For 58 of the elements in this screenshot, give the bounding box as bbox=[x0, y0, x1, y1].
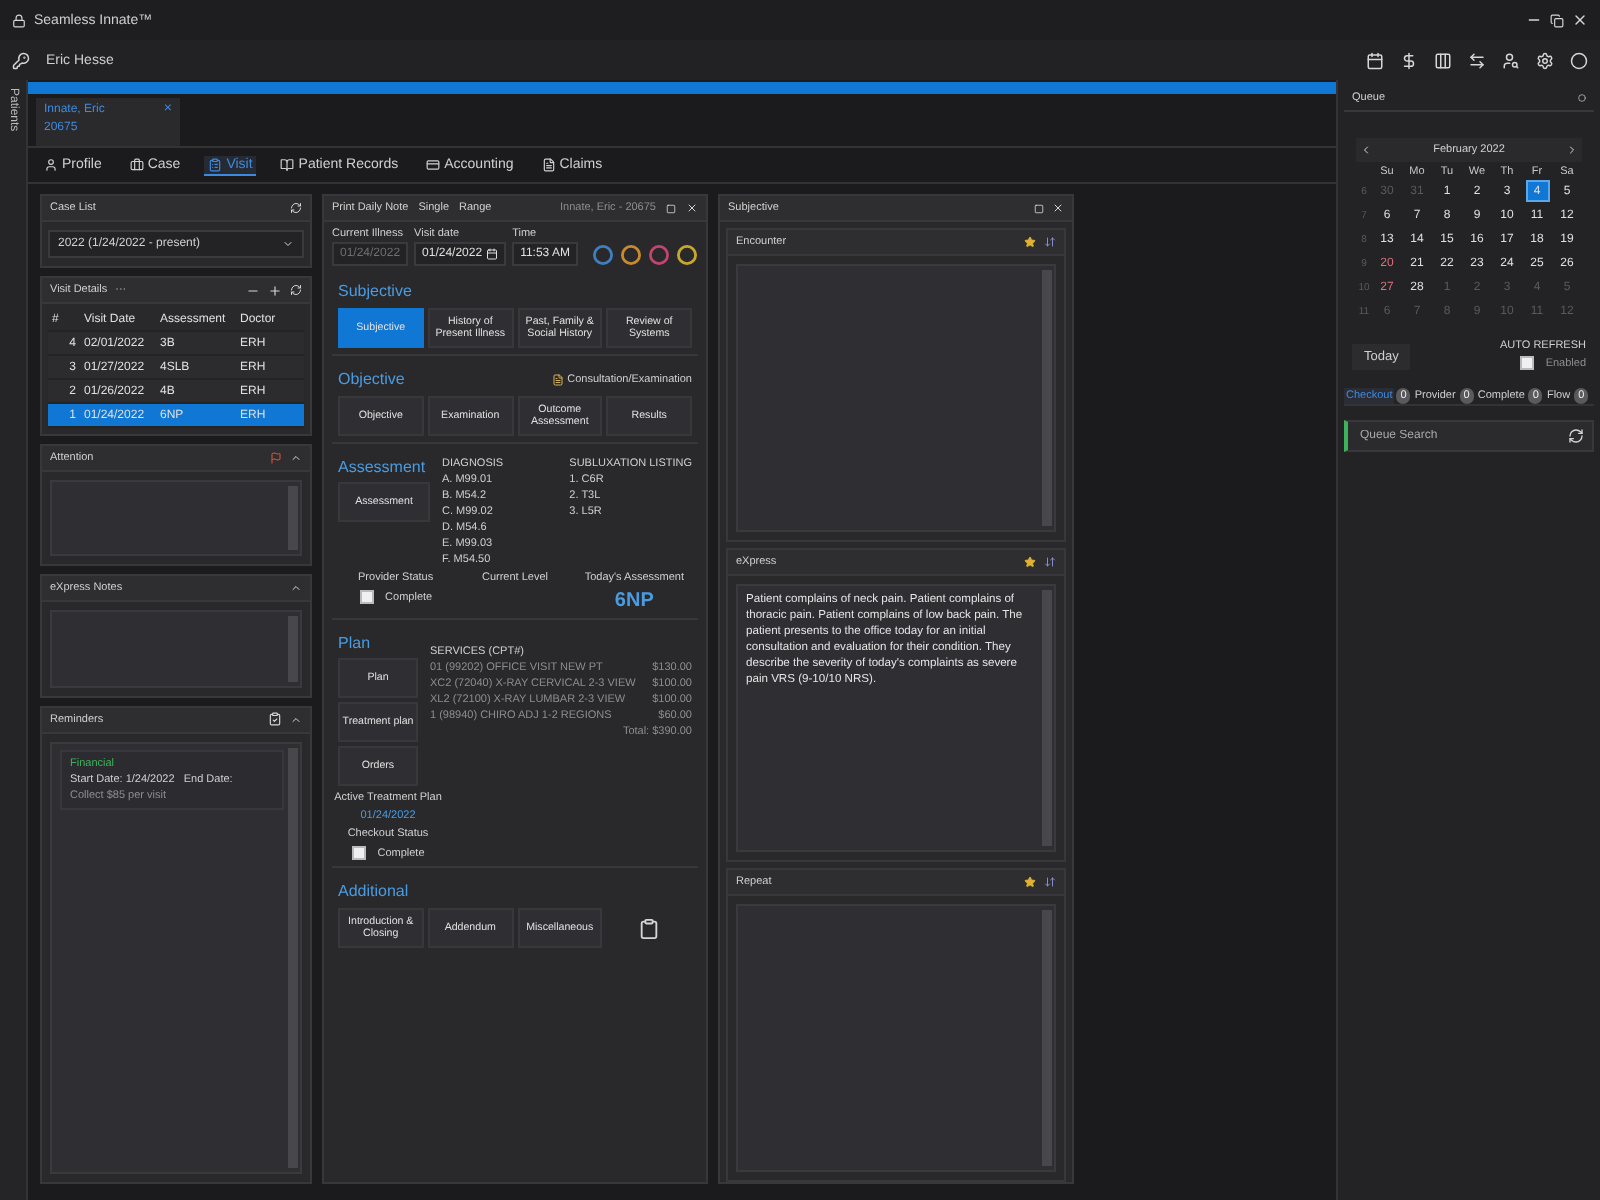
checkbox[interactable] bbox=[1519, 356, 1534, 370]
document-icon bbox=[551, 374, 564, 386]
clipboard-icon[interactable] bbox=[268, 712, 282, 727]
card-icon bbox=[426, 157, 441, 171]
checkbox[interactable] bbox=[351, 846, 366, 860]
section-title: Plan bbox=[338, 634, 373, 654]
settings-icon[interactable] bbox=[1536, 51, 1554, 69]
book-icon bbox=[280, 157, 295, 171]
briefcase-icon bbox=[129, 157, 144, 171]
star-icon[interactable] bbox=[1024, 556, 1036, 568]
circle-icon[interactable] bbox=[1570, 51, 1588, 69]
document-icon bbox=[541, 157, 556, 171]
close-icon[interactable] bbox=[1052, 202, 1064, 214]
sort-icon[interactable] bbox=[1044, 236, 1056, 248]
collapse-icon[interactable] bbox=[290, 452, 302, 464]
refresh-icon[interactable] bbox=[1568, 428, 1584, 444]
window-icon[interactable] bbox=[1034, 203, 1044, 213]
section-title: Objective bbox=[338, 370, 405, 390]
window-icon[interactable] bbox=[666, 203, 676, 213]
columns-icon[interactable] bbox=[1434, 51, 1452, 69]
dollar-icon[interactable] bbox=[1400, 51, 1418, 69]
section-title: Subjective bbox=[338, 282, 412, 302]
scrollbar bbox=[288, 486, 298, 551]
restore-icon[interactable] bbox=[1550, 13, 1564, 27]
assessment-level: 6NP bbox=[614, 590, 654, 612]
flag-icon bbox=[270, 452, 282, 464]
arrows-icon[interactable] bbox=[1468, 51, 1486, 69]
next-icon[interactable] bbox=[1566, 144, 1578, 156]
calendar-icon[interactable] bbox=[486, 248, 499, 260]
collapse-icon[interactable] bbox=[290, 713, 302, 726]
person-icon bbox=[44, 157, 58, 171]
previous-icon[interactable] bbox=[1360, 144, 1372, 156]
clipboard-icon bbox=[208, 157, 223, 171]
plus-icon[interactable] bbox=[268, 283, 282, 297]
section-title: Additional bbox=[338, 882, 411, 902]
calendar-icon[interactable] bbox=[1366, 51, 1384, 69]
star-icon[interactable] bbox=[1024, 876, 1036, 888]
clipboard-icon[interactable] bbox=[638, 917, 661, 939]
collapse-icon[interactable] bbox=[290, 582, 302, 595]
search-icon[interactable] bbox=[1502, 51, 1520, 69]
key-icon bbox=[12, 51, 30, 69]
ring-icon[interactable] bbox=[620, 244, 642, 266]
refresh-icon[interactable] bbox=[290, 202, 302, 214]
chevron-down-icon bbox=[282, 238, 294, 250]
checkbox[interactable] bbox=[359, 590, 374, 604]
scrollbar bbox=[288, 616, 298, 682]
close-icon[interactable] bbox=[1572, 12, 1588, 28]
star-icon[interactable] bbox=[1024, 236, 1036, 248]
refresh-icon[interactable] bbox=[290, 284, 302, 296]
ring-icon[interactable] bbox=[676, 244, 698, 266]
ring-icon[interactable] bbox=[592, 244, 614, 266]
section-title: Assessment bbox=[338, 458, 428, 478]
close-icon[interactable] bbox=[686, 202, 698, 214]
sort-icon[interactable] bbox=[1044, 876, 1056, 888]
sort-icon[interactable] bbox=[1044, 556, 1056, 568]
ring-icon[interactable] bbox=[648, 244, 670, 266]
lock-icon bbox=[12, 13, 26, 27]
text-area[interactable] bbox=[736, 584, 1056, 852]
